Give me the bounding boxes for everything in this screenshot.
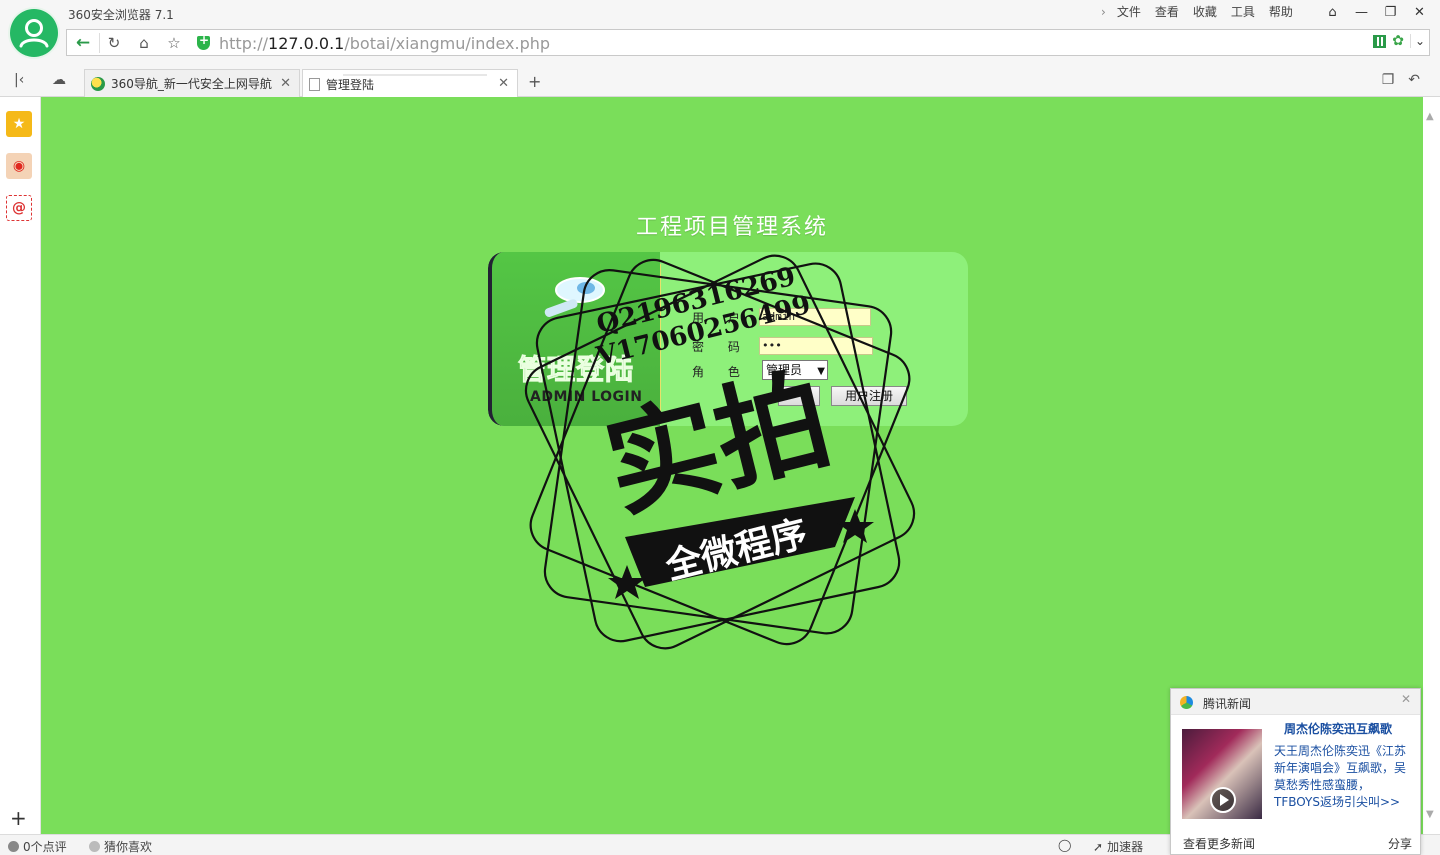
browser-window: 360安全浏览器 7.1 › 文件 查看 收藏 工具 帮助 ⌂ — ❐ ✕ ← … xyxy=(0,0,1440,855)
guess-you-like-item[interactable]: 猜你喜欢 xyxy=(89,838,152,855)
play-icon[interactable] xyxy=(1210,787,1236,813)
menu-tools[interactable]: 工具 xyxy=(1224,4,1262,20)
role-selected-value: 管理员 xyxy=(766,363,803,377)
vertical-scrollbar[interactable]: ▲ ▼ xyxy=(1423,97,1440,834)
address-bar-row: ← ↻ ⌂ ☆ http://127.0.0.1/botai/xiangmu/i… xyxy=(0,26,1440,64)
tab-progress-line xyxy=(343,74,487,76)
watermark-banner xyxy=(625,497,855,587)
tab-360-navigation[interactable]: 360导航_新一代安全上网导航 ✕ xyxy=(84,69,300,97)
menu-help[interactable]: 帮助 xyxy=(1262,4,1300,20)
tab-bar-tools: ❐ ↶ xyxy=(1382,72,1420,88)
menu-view[interactable]: 查看 xyxy=(1148,4,1186,20)
qr-code-icon[interactable] xyxy=(1373,34,1387,48)
home-icon[interactable]: ⌂ xyxy=(130,33,158,53)
tab-close-icon[interactable]: ✕ xyxy=(498,76,509,91)
news-close-icon[interactable]: ✕ xyxy=(1398,692,1414,708)
star-icon xyxy=(608,565,646,599)
more-news-link[interactable]: 查看更多新闻 xyxy=(1183,835,1255,852)
news-header: 腾讯新闻 ✕ xyxy=(1171,689,1420,715)
tab-bar: |‹ ☁ 360导航_新一代安全上网导航 ✕ 管理登陆 ✕ + ❐ ↶ xyxy=(0,64,1440,98)
menu-bar: › 文件 查看 收藏 工具 帮助 xyxy=(1094,4,1300,20)
role-select[interactable]: 管理员 ▼ xyxy=(762,360,828,380)
accelerator-item[interactable]: ➚ 加速器 xyxy=(1093,838,1143,855)
news-brand: 腾讯新闻 xyxy=(1203,697,1252,711)
maximize-button[interactable]: ❐ xyxy=(1376,2,1405,22)
undo-close-icon[interactable]: ↶ xyxy=(1408,72,1420,88)
tab-admin-login[interactable]: 管理登陆 ✕ xyxy=(302,69,518,98)
scroll-up-icon[interactable]: ▲ xyxy=(1426,111,1434,122)
security-shield-icon xyxy=(197,33,210,50)
star-icon xyxy=(836,509,874,543)
favorites-star-icon[interactable]: ★ xyxy=(6,111,32,137)
back-arrow-icon[interactable]: ← xyxy=(69,33,97,53)
mail-icon[interactable]: @ xyxy=(6,195,32,221)
news-popup: 腾讯新闻 ✕ 周杰伦陈奕迅互飙歌 天王周杰伦陈奕迅《江苏新年演唱会》互飙歌，吴莫… xyxy=(1170,688,1421,855)
comments-item[interactable]: 0个点评 xyxy=(8,838,67,855)
menu-file[interactable]: 文件 xyxy=(1110,4,1148,20)
address-bar-tools: ✿ ⌄ xyxy=(1373,33,1425,49)
360-logo-icon xyxy=(91,76,105,91)
sidebar-toggle-icon[interactable]: |‹ xyxy=(14,72,24,88)
login-button[interactable] xyxy=(778,386,820,406)
add-sidebar-icon[interactable]: + xyxy=(10,806,27,830)
skin-icon[interactable]: ⌂ xyxy=(1318,2,1347,22)
minimize-button[interactable]: — xyxy=(1347,2,1376,22)
menu-favorites[interactable]: 收藏 xyxy=(1186,4,1224,20)
watermark-banner-text: 全微程序 xyxy=(661,512,812,588)
user-avatar-icon[interactable] xyxy=(10,9,58,57)
document-icon xyxy=(309,77,320,91)
password-input[interactable]: ••• xyxy=(759,337,873,355)
left-sidebar: ★ ◉ @ + xyxy=(0,97,41,834)
share-link[interactable]: 分享 xyxy=(1388,835,1412,852)
tencent-news-icon xyxy=(1180,696,1193,709)
star-outline-icon[interactable]: ☆ xyxy=(160,33,188,53)
comments-text: 0个点评 xyxy=(23,840,67,854)
chevron-down-icon[interactable]: ⌄ xyxy=(1409,34,1425,48)
guess-text: 猜你喜欢 xyxy=(104,840,153,854)
leaf-icon[interactable]: ✿ xyxy=(1392,33,1404,49)
chevron-down-icon: ▼ xyxy=(817,366,825,377)
tab-label: 管理登陆 xyxy=(326,77,375,92)
tab-label: 360导航_新一代安全上网导航 xyxy=(111,77,272,91)
news-thumbnail[interactable] xyxy=(1182,729,1262,819)
accelerator-text: 加速器 xyxy=(1107,840,1144,854)
window-controls: ⌂ — ❐ ✕ xyxy=(1318,2,1434,22)
cloud-icon[interactable]: ☁ xyxy=(52,72,66,88)
chevron-right-icon[interactable]: › xyxy=(1094,4,1110,20)
news-headline[interactable]: 周杰伦陈奕迅互飙歌 xyxy=(1284,720,1392,737)
heart-icon xyxy=(89,841,100,852)
title-bar: 360安全浏览器 7.1 › 文件 查看 收藏 工具 帮助 ⌂ — ❐ ✕ xyxy=(0,0,1440,26)
page-title: 工程项目管理系统 xyxy=(635,215,828,240)
admin-login-en: ADMIN LOGIN xyxy=(530,389,643,405)
comment-icon xyxy=(8,841,19,852)
tab-list-icon[interactable]: ❐ xyxy=(1382,72,1395,88)
refresh-icon[interactable]: ↻ xyxy=(100,33,128,53)
app-title: 360安全浏览器 7.1 xyxy=(68,8,174,22)
download-item[interactable]: ◯ xyxy=(1058,838,1071,852)
register-button[interactable]: 用户注册 xyxy=(831,386,907,406)
tab-close-icon[interactable]: ✕ xyxy=(280,76,291,91)
new-tab-icon[interactable]: + xyxy=(528,72,541,91)
close-button[interactable]: ✕ xyxy=(1405,2,1434,22)
news-summary[interactable]: 天王周杰伦陈奕迅《江苏新年演唱会》互飙歌，吴莫愁秀性感蛮腰，TFBOYS返场引尖… xyxy=(1274,743,1414,811)
address-bar[interactable]: ← ↻ ⌂ ☆ http://127.0.0.1/botai/xiangmu/i… xyxy=(66,29,1430,56)
weibo-icon[interactable]: ◉ xyxy=(6,153,32,179)
download-icon: ◯ xyxy=(1058,838,1072,852)
url-text[interactable]: http://127.0.0.1/botai/xiangmu/index.php xyxy=(219,34,550,53)
rocket-icon: ➚ xyxy=(1093,839,1104,854)
role-label: 角 色 xyxy=(692,365,750,379)
scroll-down-icon[interactable]: ▼ xyxy=(1426,809,1434,820)
